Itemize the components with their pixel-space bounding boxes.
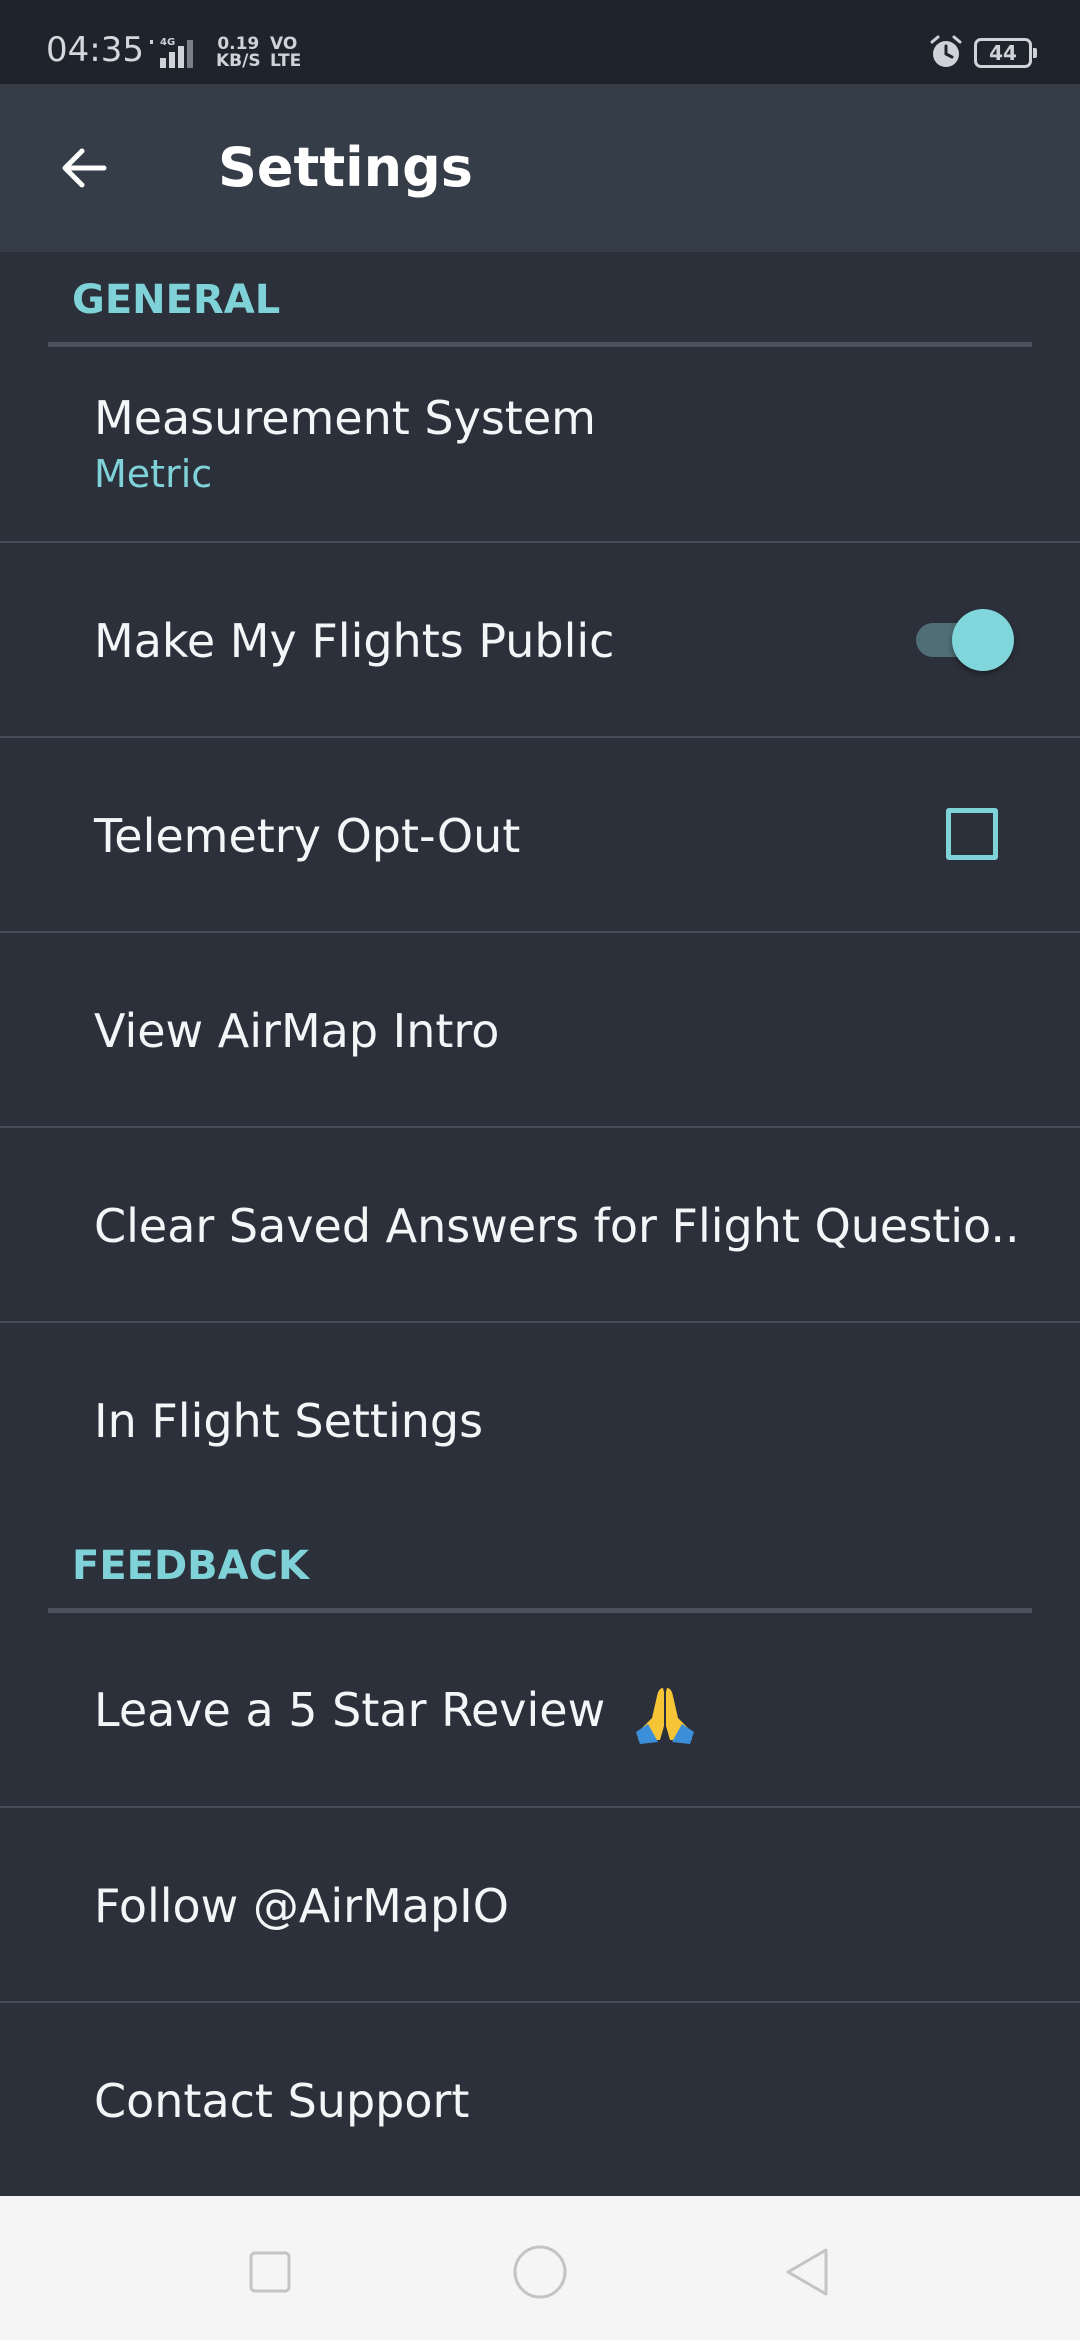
review-title-wrap: Leave a 5 Star Review [94,1682,696,1744]
battery-icon: 44 [974,38,1037,68]
system-nav-bar [0,2196,1080,2340]
section-feedback-label: FEEDBACK [72,1543,309,1589]
section-general-label: GENERAL [72,277,281,323]
view-intro-title: View AirMap Intro [94,1004,500,1058]
signal-icon: 4G [150,37,193,68]
measurement-system-title: Measurement System [94,391,596,445]
measurement-system-row[interactable]: Measurement System Metric [0,352,1080,543]
telemetry-title: Telemetry Opt-Out [94,809,521,863]
alarm-icon [930,35,962,67]
section-divider [48,1608,1032,1613]
telemetry-checkbox[interactable] [946,808,998,860]
recents-square-icon [249,2251,291,2293]
app-bar: Settings [0,84,1080,252]
telemetry-row[interactable]: Telemetry Opt-Out [0,738,1080,933]
in-flight-settings-title: In Flight Settings [94,1394,484,1448]
toggle-thumb [952,609,1014,671]
section-general: GENERAL [0,252,1080,352]
back-button[interactable] [44,128,124,208]
home-circle-icon [513,2245,567,2299]
network-type-label: 4G [160,37,175,48]
home-button[interactable] [504,2236,576,2308]
contact-support-row[interactable]: Contact Support [0,2003,1080,2196]
nav-back-button[interactable] [772,2236,844,2308]
measurement-system-value: Metric [94,452,213,496]
status-bar: 04:35 4G 0.19 KB/S VO LTE 44 [0,0,1080,84]
clear-answers-title: Clear Saved Answers for Flight Questio.. [94,1199,1020,1253]
settings-screen: 04:35 4G 0.19 KB/S VO LTE 44 Settings GE… [0,0,1080,2340]
network-speed: 0.19 KB/S [216,36,261,70]
public-flights-title: Make My Flights Public [94,614,615,668]
follow-title: Follow @AirMapIO [94,1879,509,1933]
review-title: Leave a 5 Star Review [94,1683,606,1737]
arrow-back-icon [62,148,107,188]
volte-indicator: VO LTE [270,36,301,70]
in-flight-settings-row[interactable]: In Flight Settings [0,1323,1080,1518]
page-title: Settings [218,136,473,199]
contact-support-title: Contact Support [94,2074,470,2128]
section-divider [48,342,1032,347]
section-feedback: FEEDBACK [0,1518,1080,1618]
recents-button[interactable] [234,2236,306,2308]
public-flights-row[interactable]: Make My Flights Public [0,543,1080,738]
clear-answers-row[interactable]: Clear Saved Answers for Flight Questio.. [0,1128,1080,1323]
follow-row[interactable]: Follow @AirMapIO [0,1808,1080,2003]
volte-bottom: LTE [270,51,302,71]
view-intro-row[interactable]: View AirMap Intro [0,933,1080,1128]
folded-hands-icon [635,1687,694,1744]
status-time: 04:35 [46,30,144,70]
public-flights-toggle[interactable] [912,609,1014,671]
network-speed-unit: KB/S [216,51,261,71]
review-row[interactable]: Leave a 5 Star Review [0,1618,1080,1808]
back-triangle-icon [786,2248,828,2296]
